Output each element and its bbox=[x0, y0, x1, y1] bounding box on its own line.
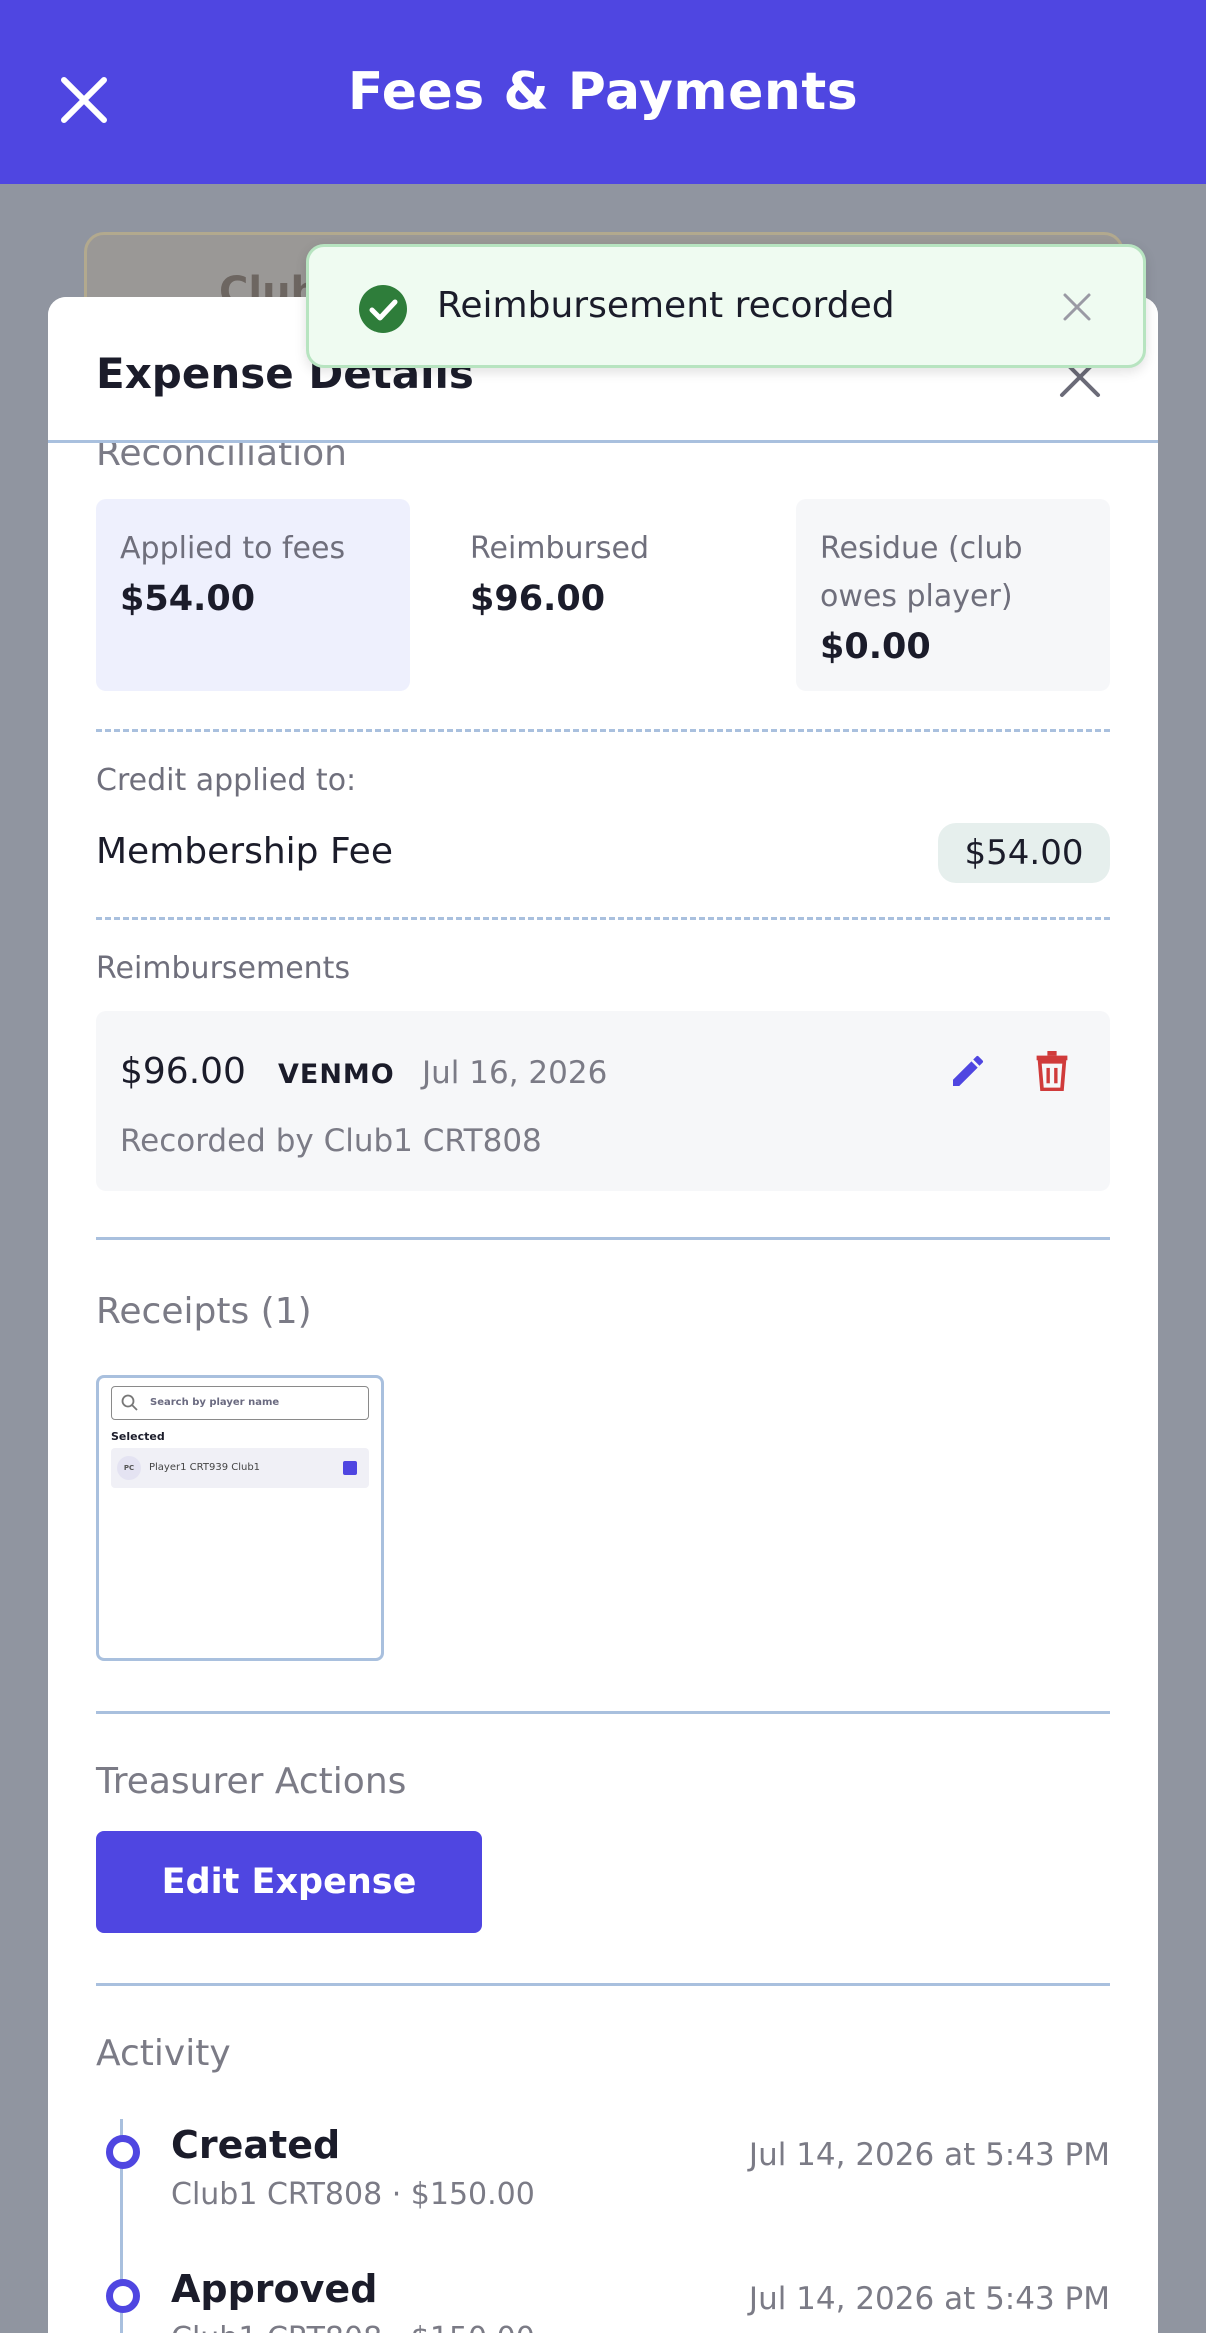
applied-value: $54.00 bbox=[120, 579, 256, 619]
applied-to-fees-box: Applied to fees $54.00 bbox=[96, 499, 410, 691]
divider bbox=[96, 1983, 1110, 1986]
divider bbox=[96, 729, 1110, 732]
page-title: Fees & Payments bbox=[347, 62, 859, 122]
checkbox-checked-icon bbox=[343, 1461, 357, 1475]
reimbursements-label: Reimbursements bbox=[96, 951, 351, 986]
credit-applied-label: Credit applied to: bbox=[96, 763, 357, 798]
receipt-player-name: Player1 CRT939 Club1 bbox=[149, 1462, 261, 1473]
residue-value: $0.00 bbox=[820, 627, 931, 667]
reimbursement-method: VENMO bbox=[278, 1059, 395, 1090]
activity-item-sub: Club1 CRT808 · $150.00 bbox=[171, 2321, 535, 2333]
activity-title: Activity bbox=[96, 2033, 231, 2074]
activity-item-time: Jul 14, 2026 at 5:43 PM bbox=[748, 2137, 1110, 2173]
activity-item-title: Created bbox=[171, 2123, 341, 2167]
edit-icon[interactable] bbox=[948, 1051, 988, 1091]
check-circle-icon bbox=[359, 285, 407, 333]
receipts-title: Receipts (1) bbox=[96, 1291, 312, 1332]
residue-box: Residue (club owes player) $0.00 bbox=[796, 499, 1110, 691]
toast-message: Reimbursement recorded bbox=[437, 285, 895, 326]
expense-details-sheet: Expense Details Reconciliation Applied t… bbox=[48, 297, 1158, 2333]
fee-name: Membership Fee bbox=[96, 831, 393, 872]
search-icon bbox=[121, 1394, 138, 1411]
receipt-search-placeholder: Search by player name bbox=[150, 1397, 280, 1408]
reimbursement-date: Jul 16, 2026 bbox=[422, 1055, 608, 1091]
receipt-selected-label: Selected bbox=[111, 1430, 165, 1443]
fee-amount-badge: $54.00 bbox=[938, 823, 1110, 883]
avatar: PC bbox=[117, 1456, 141, 1480]
reimbursement-recorded-by: Recorded by Club1 CRT808 bbox=[120, 1123, 542, 1159]
timeline-dot bbox=[106, 2135, 140, 2169]
edit-expense-button[interactable]: Edit Expense bbox=[96, 1831, 482, 1933]
activity-item-time: Jul 14, 2026 at 5:43 PM bbox=[748, 2281, 1110, 2317]
divider bbox=[96, 1711, 1110, 1714]
receipt-thumbnail[interactable]: Search by player name Selected PC Player… bbox=[96, 1375, 384, 1661]
activity-item-sub: Club1 CRT808 · $150.00 bbox=[171, 2177, 535, 2212]
close-icon[interactable] bbox=[54, 70, 114, 130]
success-toast: Reimbursement recorded bbox=[306, 244, 1146, 368]
reimbursed-box: Reimbursed $96.00 bbox=[446, 499, 760, 691]
reimbursement-amount: $96.00 bbox=[120, 1051, 246, 1092]
reimbursed-value: $96.00 bbox=[470, 579, 606, 619]
close-icon[interactable] bbox=[1061, 291, 1093, 323]
reimbursement-item: $96.00 VENMO Jul 16, 2026 Recorded by Cl… bbox=[96, 1011, 1110, 1191]
applied-label: Applied to fees bbox=[120, 531, 346, 566]
app-header: Fees & Payments bbox=[0, 0, 1206, 184]
trash-icon[interactable] bbox=[1034, 1051, 1070, 1091]
receipt-player-row: PC Player1 CRT939 Club1 bbox=[111, 1448, 369, 1488]
receipt-search-field: Search by player name bbox=[111, 1386, 369, 1420]
reimbursed-label: Reimbursed bbox=[470, 531, 650, 566]
residue-label: Residue (club owes player) bbox=[820, 531, 1023, 614]
divider bbox=[96, 1237, 1110, 1240]
activity-item-title: Approved bbox=[171, 2267, 378, 2311]
treasurer-actions-title: Treasurer Actions bbox=[96, 1761, 407, 1802]
divider bbox=[96, 917, 1110, 920]
timeline-dot bbox=[106, 2279, 140, 2313]
